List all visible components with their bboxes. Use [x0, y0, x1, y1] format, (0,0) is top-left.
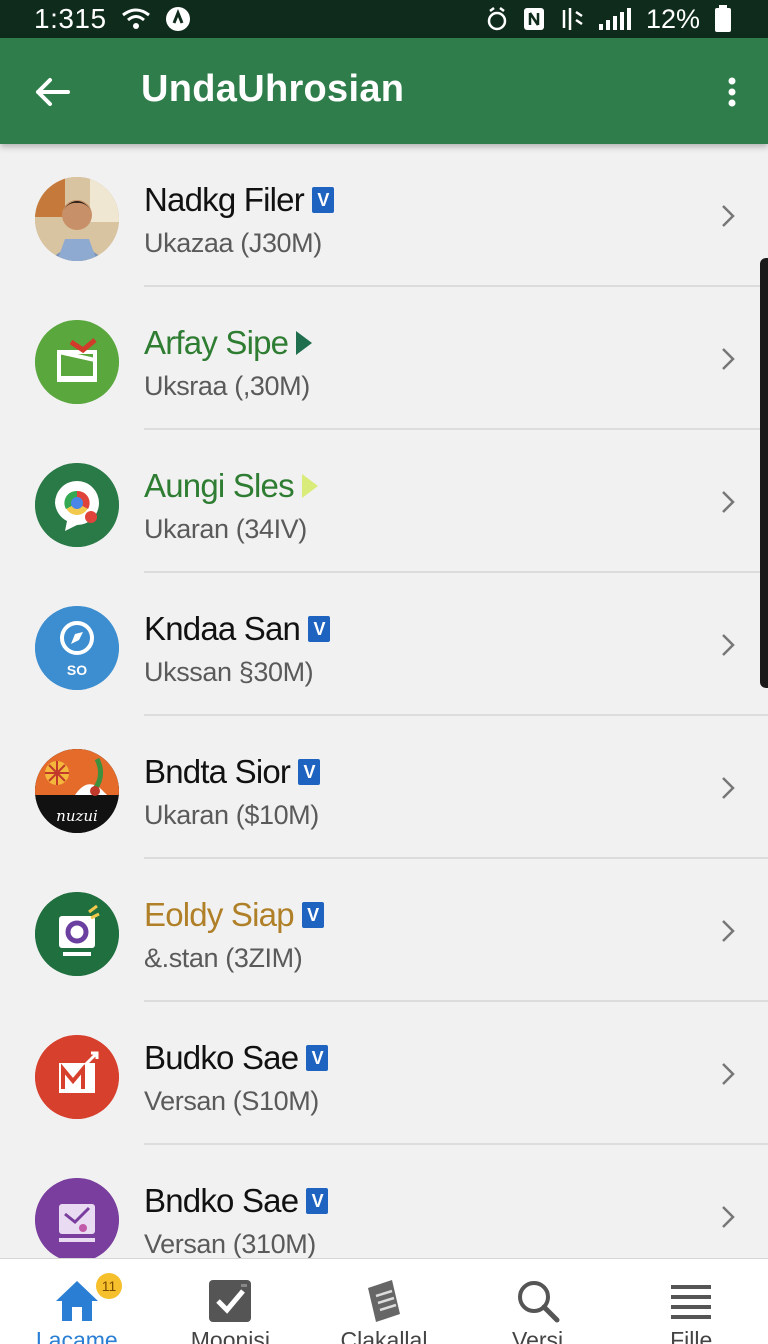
notes-icon [360, 1277, 408, 1325]
item-name-text: Budko Sae [144, 1039, 299, 1076]
chevron-right-icon [722, 634, 735, 656]
item-name: Budko Sae V [144, 1039, 329, 1077]
chevron-right-icon [722, 1063, 735, 1085]
item-subtitle: Ukazaa (J30M) [144, 228, 322, 258]
verified-badge-icon: V [301, 902, 324, 928]
item-name-text: Eoldy Siap [144, 896, 295, 933]
nav-item-clakallal[interactable]: Clakallal [307, 1259, 461, 1344]
chevron-right-icon [722, 920, 735, 942]
arrow-left-icon [36, 78, 70, 106]
item-name-text: Arfay Sipe [144, 324, 289, 361]
status-time: 1:315 [34, 3, 107, 34]
chevron-right-icon [722, 348, 735, 370]
chevron-right-icon [722, 491, 735, 513]
item-name: Aungi Sles [144, 467, 318, 505]
item-name: Eoldy Siap V [144, 896, 324, 934]
compass-so-icon: SO [35, 606, 119, 690]
more-options-button[interactable] [716, 68, 748, 116]
verified-badge-icon: V [311, 187, 334, 213]
green-screen-icon [35, 892, 119, 976]
notification-icon [165, 6, 191, 32]
battery-icon [714, 5, 732, 33]
list-item[interactable]: Arfay Sipe Uksraa (,30M) [0, 287, 768, 430]
item-subtitle: Ukaran (34IV) [144, 514, 307, 544]
battery-percent: 12% [645, 3, 700, 34]
list-item[interactable]: Budko Sae V Versan (S10M) [0, 1002, 768, 1145]
item-name: Kndaa San V [144, 610, 331, 648]
item-name-text: Bndta Sior [144, 753, 291, 790]
item-subtitle: Versan (310M) [144, 1229, 316, 1258]
item-name: Bndko Sae V [144, 1182, 329, 1220]
item-name-text: Nadkg Filer [144, 181, 305, 218]
notification-badge: 11 [96, 1273, 122, 1299]
alarm-icon [486, 6, 508, 32]
verified-badge-icon: V [306, 1188, 329, 1214]
item-name-text: Kndaa San [144, 610, 301, 647]
status-left: 1:315 [34, 3, 191, 35]
list-item[interactable]: Bndko Sae V Versan (310M) [0, 1145, 768, 1258]
verified-badge-icon: V [298, 759, 321, 785]
app-list[interactable]: Nadkg Filer V Ukazaa (J30M) Arfay Sipe U… [0, 144, 768, 1258]
nav-label: Lacame [35, 1327, 118, 1344]
nfc-icon [522, 6, 546, 32]
nav-label: Clakallal [340, 1327, 428, 1344]
item-name: Arfay Sipe [144, 324, 313, 362]
list-item[interactable]: nuzui Bndta Sior V Ukaran ($10M) [0, 716, 768, 859]
list-item[interactable]: Eoldy Siap V &.stan (3ZIM) [0, 859, 768, 1002]
avatar-label: nuzui [56, 807, 98, 825]
item-subtitle: &.stan (3ZIM) [144, 943, 303, 973]
green-gift-icon [35, 320, 119, 404]
chrome-bubble-icon [35, 463, 119, 547]
play-arrow-icon [301, 474, 318, 498]
verified-badge-icon: V [306, 1045, 329, 1071]
nav-item-home[interactable]: 11 Lacame [0, 1259, 154, 1344]
play-arrow-icon [296, 331, 313, 355]
signal-icon [598, 6, 632, 32]
list-item[interactable]: Aungi Sles Ukaran (34IV) [0, 430, 768, 573]
verified-badge-icon: V [308, 616, 331, 642]
nav-label: Versi [512, 1327, 564, 1344]
purple-mail-icon [35, 1178, 119, 1258]
nav-item-fille[interactable]: Fille [614, 1259, 768, 1344]
item-subtitle: Ukssan §30M) [144, 657, 314, 687]
art-nuzui-icon: nuzui [35, 749, 119, 833]
home-icon [53, 1277, 101, 1325]
more-vertical-icon [728, 77, 736, 107]
device-edge [760, 258, 768, 688]
item-name-text: Aungi Sles [144, 467, 295, 504]
wifi-icon [121, 7, 151, 31]
item-name: Bndta Sior V [144, 753, 321, 791]
list-item[interactable]: SO Kndaa San V Ukssan §30M) [0, 573, 768, 716]
item-subtitle: Versan (S10M) [144, 1086, 319, 1116]
avatar-label: SO [66, 662, 88, 678]
status-bar: 1:315 12% [0, 0, 768, 38]
menu-icon [667, 1277, 715, 1325]
nav-item-moonisi[interactable]: Moonisi [154, 1259, 308, 1344]
list-item[interactable]: Nadkg Filer V Ukazaa (J30M) [0, 144, 768, 287]
chevron-right-icon [722, 205, 735, 227]
checkbox-icon [206, 1277, 254, 1325]
page-title: UndaUhrosian [141, 68, 405, 110]
item-name-text: Bndko Sae [144, 1182, 299, 1219]
nav-label: Fille [670, 1327, 713, 1344]
app-bar: UndaUhrosian [0, 38, 768, 144]
search-icon [514, 1277, 562, 1325]
red-gmail-icon [35, 1035, 119, 1119]
vibrate-icon [560, 6, 584, 32]
back-button[interactable] [30, 72, 74, 112]
status-right: 12% [486, 4, 732, 35]
item-subtitle: Ukaran ($10M) [144, 800, 319, 830]
item-name: Nadkg Filer V [144, 181, 334, 219]
item-subtitle: Uksraa (,30M) [144, 371, 310, 401]
bottom-nav: 11 Lacame Moonisi Clakallal Versi Fille [0, 1258, 768, 1344]
chevron-right-icon [722, 1206, 735, 1228]
nav-item-versi[interactable]: Versi [461, 1259, 615, 1344]
profile-photo-avatar [35, 177, 119, 261]
chevron-right-icon [722, 777, 735, 799]
nav-label: Moonisi [190, 1327, 271, 1344]
